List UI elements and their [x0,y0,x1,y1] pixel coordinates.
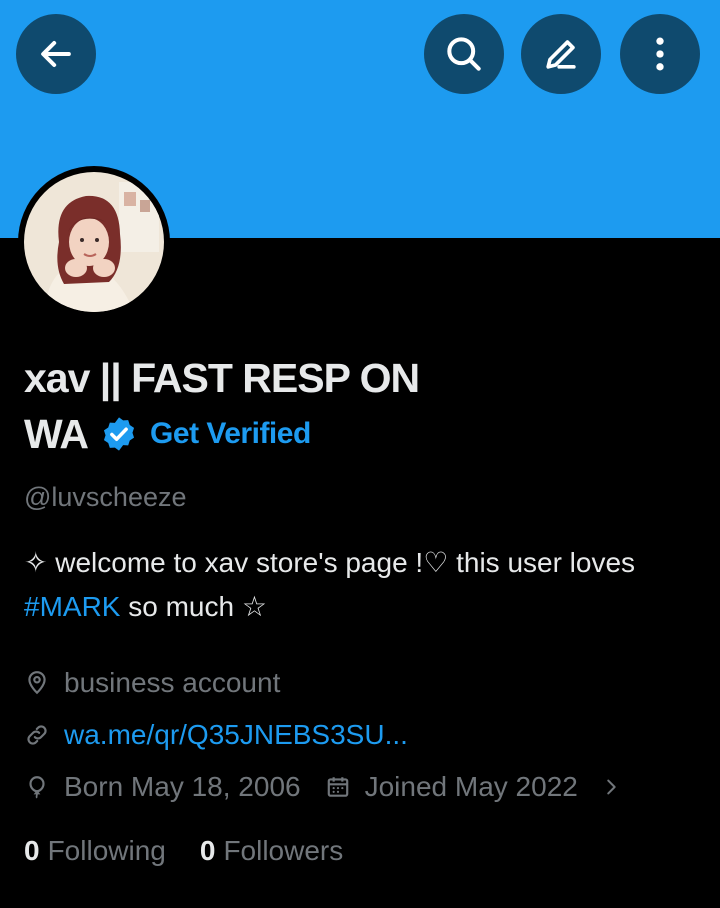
more-vertical-icon [656,37,664,71]
following-label: Following [47,835,166,866]
location-pin-icon [28,671,46,695]
username-handle: @luvscheeze [24,482,187,512]
profile-meta: business account wa.me/qr/Q35JNEBS3SU...… [24,657,704,813]
chevron-right-icon[interactable] [600,776,622,798]
display-name-line2-row: WA Get Verified [24,406,704,462]
follow-stats: 0 Following 0 Followers [24,825,704,877]
followers-count: 0 [199,835,216,866]
compose-button[interactable] [521,14,601,94]
avatar[interactable] [18,166,170,318]
website-link[interactable]: wa.me/qr/Q35JNEBS3SU... [64,719,408,751]
verified-badge-icon [104,417,135,451]
followers-link[interactable]: 0 Followers [200,835,343,867]
bio: ✧ welcome to xav store's page !♡ this us… [24,541,704,629]
join-date: Joined May 2022 [364,771,578,802]
bio-text-start: ✧ welcome to xav store's page !♡ this us… [24,547,636,578]
display-name-line1: xav || FAST RESP ON [24,355,420,401]
calendar-icon [327,777,348,797]
search-icon [447,37,481,71]
followers-label: Followers [223,835,344,866]
category-row: business account [24,657,704,709]
get-verified-link[interactable]: Get Verified [150,406,311,462]
more-options-button[interactable] [620,14,700,94]
display-name-line2: WA [24,411,89,457]
arrow-left-icon [41,40,71,68]
bio-hashtag-link[interactable]: #MARK [24,591,120,622]
back-button[interactable] [16,14,96,94]
pencil-icon [546,40,576,69]
bio-text-end: so much ☆ [120,591,267,622]
category-text: business account [64,667,281,698]
birth-date: Born May 18, 2006 [64,771,301,802]
link-icon [27,725,47,745]
following-link[interactable]: 0 Following [24,835,166,867]
link-row: wa.me/qr/Q35JNEBS3SU... [24,709,704,761]
dates-row: Born May 18, 2006 Joined May 2022 [24,761,704,813]
avatar-image [24,172,164,312]
profile-info: xav || FAST RESP ON WA Get Verified @luv… [24,350,704,877]
display-name: xav || FAST RESP ON WA Get Verified [24,350,704,462]
balloon-icon [29,776,45,799]
search-button[interactable] [424,14,504,94]
following-count: 0 [24,835,40,866]
